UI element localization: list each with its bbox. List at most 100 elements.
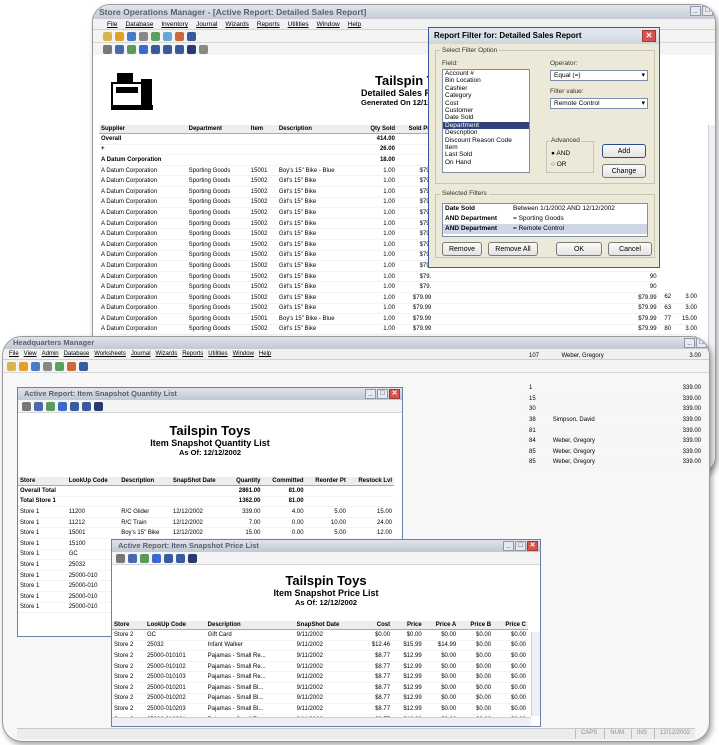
change-button[interactable]: Change	[602, 164, 646, 178]
lock-icon[interactable]	[19, 361, 28, 371]
register-icon[interactable]	[43, 361, 52, 371]
save-icon[interactable]	[188, 553, 197, 563]
column-header[interactable]: Price C	[493, 621, 528, 630]
filter-icon[interactable]	[58, 401, 67, 411]
table-row[interactable]: 107 Weber, Gregory 3.00	[527, 351, 703, 363]
group-icon[interactable]	[151, 44, 160, 54]
menu-item-worksheets[interactable]: Worksheets	[94, 349, 126, 359]
table-row[interactable]: 15 339.00	[527, 393, 703, 405]
column-header[interactable]: Quantity	[227, 477, 263, 486]
selected-filter-row[interactable]: Date Sold Between 1/1/2002 AND 12/12/2002	[443, 204, 647, 214]
operator-select[interactable]: Equal (=)	[550, 70, 648, 81]
menu-item-admin[interactable]: Admin	[42, 349, 59, 359]
filter-value-select[interactable]: Remote Control	[550, 98, 648, 109]
column-header[interactable]: Price	[392, 621, 424, 630]
table-row[interactable]: A Datum Corporation Sporting Goods 15002 Gi…	[99, 271, 699, 283]
menu-item-journal[interactable]: Journal	[131, 349, 151, 359]
print-icon[interactable]	[116, 553, 125, 563]
field-option[interactable]: Customer	[443, 107, 529, 114]
menu-item-journal[interactable]: Journal	[196, 19, 217, 29]
menu-item-database[interactable]: Database	[64, 349, 90, 359]
maximize-button[interactable]: □	[515, 541, 526, 551]
column-header[interactable]: Department	[186, 125, 249, 134]
table-row[interactable]: Store 2 25000-010203 Pajamas - Small Bl...…	[112, 703, 528, 715]
shield-icon[interactable]	[31, 361, 40, 371]
report-icon[interactable]	[163, 31, 172, 41]
maximize-button[interactable]: □	[377, 389, 388, 399]
table-row[interactable]: A Datum CorporationSporting Goods15001Bo…	[99, 313, 699, 325]
field-option[interactable]: Account #	[443, 70, 529, 77]
column-header[interactable]: Committed	[262, 477, 306, 486]
field-option[interactable]: Date Sold	[443, 114, 529, 121]
sort-icon[interactable]	[140, 553, 149, 563]
menu-item-view[interactable]: View	[24, 349, 37, 359]
expand-icon[interactable]	[163, 44, 172, 54]
expand-icon[interactable]	[82, 401, 91, 411]
open-icon[interactable]	[103, 31, 112, 41]
field-option[interactable]: Discount Reason Code	[443, 137, 529, 144]
field-option[interactable]: Category	[443, 92, 529, 99]
field-option[interactable]: Cost	[443, 100, 529, 107]
menu-item-database[interactable]: Database	[125, 19, 153, 29]
save-icon[interactable]	[94, 401, 103, 411]
collapse-icon[interactable]	[175, 44, 184, 54]
field-option[interactable]: Cashier	[443, 85, 529, 92]
field-option[interactable]: Description	[443, 129, 529, 136]
table-row[interactable]: Store 1 11200 R/C Glider 12/12/2002 339.00 4.…	[18, 506, 394, 518]
price-horizontal-scrollbar[interactable]	[112, 717, 531, 726]
columns-icon[interactable]	[115, 44, 124, 54]
lock-icon[interactable]	[115, 31, 124, 41]
column-header[interactable]: Supplier	[99, 125, 187, 134]
table-row[interactable]: 30 339.00	[527, 404, 703, 416]
people-icon[interactable]	[67, 361, 76, 371]
maximize-button[interactable]: □	[702, 6, 713, 16]
close-button[interactable]: ✕	[642, 30, 656, 42]
column-header[interactable]: Store	[112, 621, 145, 630]
column-header[interactable]: SnapShot Date	[170, 477, 228, 486]
column-header[interactable]: Item	[248, 125, 277, 134]
print-icon[interactable]	[22, 401, 31, 411]
minimize-button[interactable]: _	[684, 338, 695, 348]
menu-item-window[interactable]: Window	[233, 349, 254, 359]
remove-all-button[interactable]: Remove All	[488, 242, 538, 256]
field-listbox[interactable]: Account # Bin Location Cashier Category Cost…	[442, 69, 530, 173]
table-row[interactable]: Store 2 25000-010201 Pajamas - Small Bl...…	[112, 682, 528, 694]
columns-icon[interactable]	[34, 401, 43, 411]
menu-item-file[interactable]: File	[9, 349, 19, 359]
column-header[interactable]: Store	[18, 477, 67, 486]
column-header[interactable]: Cost	[360, 621, 393, 630]
selected-filter-row[interactable]: AND Department = Remote Control	[443, 224, 647, 234]
table-row[interactable]: Store 2 GC Gift Card 9/11/2002 $0.00 $0.00 $0.…	[112, 629, 528, 641]
table-row[interactable]: Total Store 1 1362.00 81.00	[18, 496, 394, 508]
menu-item-help[interactable]: Help	[259, 349, 271, 359]
field-option[interactable]: Item	[443, 144, 529, 151]
table-row[interactable]: Store 2 25000-010101 Pajamas - Small Re...…	[112, 650, 528, 662]
sort-icon[interactable]	[127, 44, 136, 54]
close-button[interactable]: ✕	[389, 389, 400, 399]
cancel-button[interactable]: Cancel	[608, 242, 652, 256]
selected-filters-list[interactable]: Date Sold Between 1/1/2002 AND 12/12/2002…	[442, 203, 648, 237]
table-row[interactable]: A Datum Corporation Sporting Goods 15002 Gi…	[99, 324, 699, 336]
column-header[interactable]: SnapShot Date	[294, 621, 361, 630]
shield-icon[interactable]	[127, 31, 136, 41]
save-icon[interactable]	[187, 44, 196, 54]
field-option[interactable]: Bin Location	[443, 77, 529, 84]
table-row[interactable]: 85 Weber, Gregory 339.00	[527, 446, 703, 458]
table-row[interactable]: Store 2 25032 Infant Walker 9/11/2002 $12.46…	[112, 640, 528, 652]
register-icon[interactable]	[139, 31, 148, 41]
table-row[interactable]: A Datum Corporation Sporting Goods 15002 Gi…	[99, 292, 699, 304]
minimize-button[interactable]: _	[365, 389, 376, 399]
column-header[interactable]: LookUp Code	[144, 621, 206, 630]
menu-item-inventory[interactable]: Inventory	[161, 19, 188, 29]
table-row[interactable]: Overall Total 2861.00 81.00	[18, 485, 394, 497]
table-row[interactable]: Store 2 25000-010103 Pajamas - Small Re...…	[112, 671, 528, 683]
menu-item-wizards[interactable]: Wizards	[156, 349, 178, 359]
remove-button[interactable]: Remove	[442, 242, 482, 256]
table-row[interactable]: 38 Simpson, David 339.00	[527, 414, 703, 426]
menu-item-file[interactable]: File	[107, 19, 117, 29]
table-row[interactable]: 85 Weber, Gregory 339.00	[527, 457, 703, 469]
column-header[interactable]: Price A	[423, 621, 459, 630]
column-header[interactable]: Reorder Pt	[305, 477, 348, 486]
column-header[interactable]: Qty Sold	[358, 125, 397, 134]
table-row[interactable]: Store 2 25000-010102 Pajamas - Small Re...…	[112, 661, 528, 673]
